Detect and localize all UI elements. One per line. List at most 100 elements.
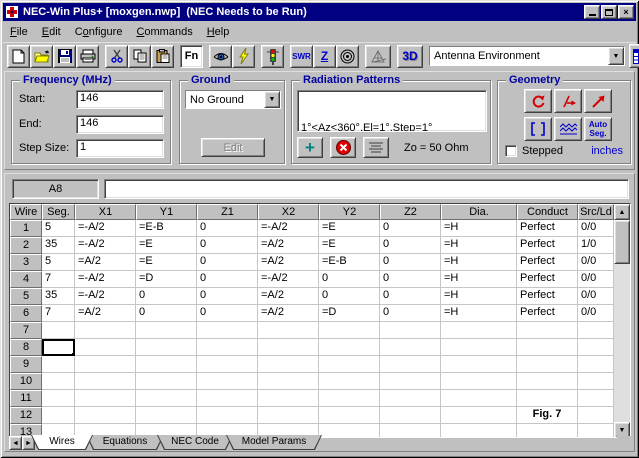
grid-cell[interactable]: =A/2 <box>258 237 319 254</box>
scroll-thumb[interactable] <box>614 220 630 264</box>
cell-reference-box[interactable]: A8 <box>12 179 99 199</box>
radiation-pattern-button[interactable] <box>336 45 359 68</box>
chevron-down-icon[interactable]: ▼ <box>608 47 624 65</box>
grid-cell[interactable]: =H <box>441 271 517 288</box>
grid-cell[interactable]: 0/0 <box>578 220 614 237</box>
grid-cell[interactable] <box>42 373 75 390</box>
grid-cell[interactable]: 0 <box>380 237 441 254</box>
grid-cell[interactable]: =H <box>441 288 517 305</box>
column-header[interactable]: Dia. <box>441 204 517 220</box>
grid-cell[interactable]: =E <box>136 254 197 271</box>
grid-cell[interactable]: =E <box>319 237 380 254</box>
row-header[interactable]: 3 <box>10 254 42 271</box>
grid-cell[interactable]: =-A/2 <box>75 288 136 305</box>
pattern-entry[interactable]: 1°<Az<360°,El=1°,Step=1° <box>301 121 483 132</box>
grid-cell[interactable]: 0/0 <box>578 254 614 271</box>
grid-cell[interactable]: 0 <box>319 271 380 288</box>
tab-model-params[interactable]: Model Params <box>226 435 322 450</box>
column-header[interactable]: Z1 <box>197 204 258 220</box>
new-button[interactable] <box>7 45 30 68</box>
grid-cell[interactable]: =E-B <box>136 220 197 237</box>
grid-cell[interactable] <box>42 339 75 356</box>
grid-cell[interactable] <box>380 339 441 356</box>
grid-cell[interactable] <box>136 407 197 424</box>
fn-equation-button[interactable]: Fn <box>180 45 203 68</box>
segmentation-button[interactable] <box>554 117 582 141</box>
grid-cell[interactable] <box>441 373 517 390</box>
grid-cell[interactable]: 0 <box>197 288 258 305</box>
grid-cell[interactable] <box>136 339 197 356</box>
scale-wire-button[interactable] <box>584 89 612 113</box>
grid-cell[interactable]: =A/2 <box>258 305 319 322</box>
grid-cell[interactable]: 35 <box>42 288 75 305</box>
grid-cell[interactable] <box>42 407 75 424</box>
grid-cell[interactable]: 0/0 <box>578 271 614 288</box>
grid-cell[interactable] <box>136 390 197 407</box>
grid-cell[interactable]: 0 <box>136 305 197 322</box>
grid-cell[interactable]: =D <box>319 305 380 322</box>
grid-cell[interactable] <box>197 407 258 424</box>
column-header[interactable]: Z2 <box>380 204 441 220</box>
grid-cell[interactable] <box>197 390 258 407</box>
grid-cell[interactable]: Perfect <box>517 288 578 305</box>
menu-commands[interactable]: Commands <box>129 24 199 40</box>
grid-cell[interactable]: 0 <box>197 271 258 288</box>
column-header[interactable]: Y1 <box>136 204 197 220</box>
grid-cell[interactable]: =A/2 <box>75 305 136 322</box>
stepped-checkbox[interactable] <box>505 145 517 157</box>
delete-pattern-button[interactable] <box>330 137 356 158</box>
grid-cell[interactable] <box>258 339 319 356</box>
grid-cell[interactable] <box>441 407 517 424</box>
column-header[interactable]: X1 <box>75 204 136 220</box>
grid-cell[interactable]: =A/2 <box>258 254 319 271</box>
grid-cell[interactable] <box>441 339 517 356</box>
3d-view-button[interactable]: 3D <box>397 45 423 68</box>
add-pattern-button[interactable]: + <box>297 137 323 158</box>
grid-cell[interactable]: Perfect <box>517 305 578 322</box>
view-button[interactable] <box>209 45 232 68</box>
grid-cell[interactable]: 0 <box>197 237 258 254</box>
grid-cell[interactable] <box>197 322 258 339</box>
grid-cell[interactable] <box>441 390 517 407</box>
grid-cell[interactable]: Fig. 7 <box>517 407 578 424</box>
column-header[interactable]: Src/Ld <box>578 204 614 220</box>
grid-cell[interactable] <box>578 322 614 339</box>
grid-cell[interactable]: =E-B <box>319 254 380 271</box>
radiation-pattern-list[interactable]: 1°<Az<360°,El=1°,Step=1° 0°<El<180°,Az=0… <box>297 90 487 132</box>
grid-cell[interactable]: =-A/2 <box>258 220 319 237</box>
paste-button[interactable] <box>151 45 174 68</box>
open-button[interactable] <box>30 45 53 68</box>
grid-cell[interactable] <box>578 356 614 373</box>
grid-cell[interactable] <box>136 322 197 339</box>
vertical-scrollbar[interactable]: ▲ ▼ <box>614 204 630 438</box>
grid-cell[interactable]: 0 <box>136 288 197 305</box>
grid-cell[interactable]: 0 <box>380 288 441 305</box>
grid-cell[interactable] <box>517 356 578 373</box>
grid-cell[interactable]: 35 <box>42 237 75 254</box>
grid-cell[interactable] <box>380 356 441 373</box>
ground-select[interactable]: No Ground ▼ <box>185 90 281 109</box>
row-header[interactable]: 10 <box>10 373 42 390</box>
scroll-up-icon[interactable]: ▲ <box>614 204 630 220</box>
grid-cell[interactable]: 0 <box>380 254 441 271</box>
segment-ends-button[interactable] <box>524 117 552 141</box>
row-header[interactable]: 5 <box>10 288 42 305</box>
minimize-button[interactable] <box>584 5 600 19</box>
grid-cell[interactable] <box>319 356 380 373</box>
tab-equations[interactable]: Equations <box>86 435 164 450</box>
menu-edit[interactable]: Edit <box>35 24 68 40</box>
tab-scroll-left-icon[interactable]: ◄ <box>9 436 22 450</box>
grid-cell[interactable] <box>441 356 517 373</box>
start-input[interactable]: 146 <box>76 90 164 109</box>
grid-cell[interactable]: Perfect <box>517 237 578 254</box>
grid-cell[interactable]: 0 <box>380 271 441 288</box>
grid-cell[interactable]: =E <box>319 220 380 237</box>
grid-cell[interactable] <box>258 390 319 407</box>
grid-cell[interactable]: =A/2 <box>258 288 319 305</box>
grid-cell[interactable]: =H <box>441 237 517 254</box>
grid-cell[interactable]: 0 <box>380 305 441 322</box>
chevron-down-icon[interactable]: ▼ <box>264 91 280 108</box>
grid-cell[interactable]: Perfect <box>517 220 578 237</box>
grid-cell[interactable] <box>258 322 319 339</box>
row-header[interactable]: 11 <box>10 390 42 407</box>
